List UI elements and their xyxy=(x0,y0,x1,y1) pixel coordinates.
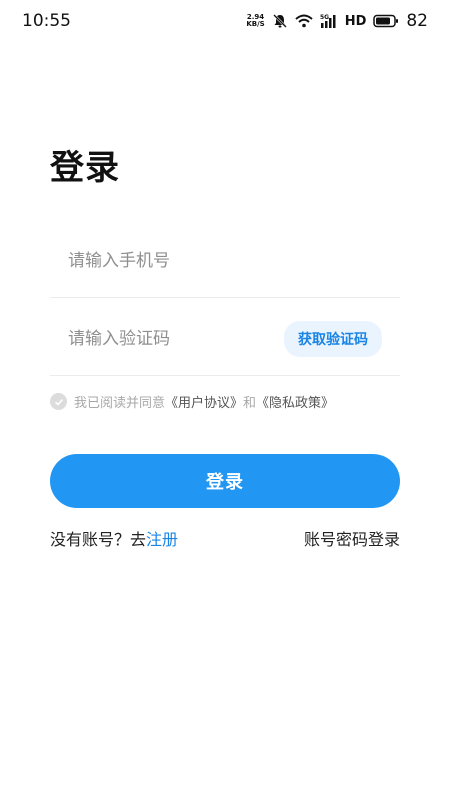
login-button[interactable]: 登录 xyxy=(50,454,400,508)
register-prompt: 没有账号？去注册 xyxy=(50,526,178,550)
get-code-button[interactable]: 获取验证码 xyxy=(284,320,382,357)
code-field: 获取验证码 xyxy=(50,302,400,376)
login-screen: 10:55 2.94 KB/S 5G HD 82 登录 请输入手机号 请输入验证… xyxy=(0,0,450,800)
page-title: 登录 xyxy=(50,148,120,188)
agreement-row: 我已阅读并同意 《用户协议》 和 《隐私政策》 xyxy=(50,392,334,411)
cellular-signal-icon: 5G xyxy=(320,13,338,29)
battery-level: 82 xyxy=(406,11,428,31)
phone-field xyxy=(50,224,400,298)
network-type-label: 5G xyxy=(320,14,329,21)
bottom-links: 没有账号？去注册 账号密码登录 xyxy=(50,526,400,550)
password-login-link[interactable]: 账号密码登录 xyxy=(304,526,400,550)
phone-input[interactable] xyxy=(50,240,400,281)
agreement-prefix: 我已阅读并同意 xyxy=(74,396,166,411)
verification-code-input[interactable] xyxy=(50,318,284,359)
user-agreement-link[interactable]: 《用户协议》 xyxy=(165,392,243,411)
mute-bell-icon xyxy=(272,13,288,29)
privacy-policy-link[interactable]: 《隐私政策》 xyxy=(256,392,334,411)
agreement-and: 和 xyxy=(243,396,257,411)
check-icon xyxy=(54,398,63,406)
register-link[interactable]: 注册 xyxy=(146,530,178,549)
status-icons: 2.94 KB/S 5G HD 82 xyxy=(246,11,428,31)
network-speed-unit: KB/S xyxy=(246,20,265,28)
battery-icon xyxy=(373,14,399,28)
status-bar: 10:55 2.94 KB/S 5G HD 82 xyxy=(0,0,450,42)
status-time: 10:55 xyxy=(22,11,71,31)
no-account-text: 没有账号？去 xyxy=(50,530,147,549)
network-speed: 2.94 KB/S xyxy=(246,14,264,28)
wifi-icon xyxy=(295,14,313,28)
hd-label: HD xyxy=(344,13,367,29)
agreement-checkbox[interactable] xyxy=(50,393,67,410)
